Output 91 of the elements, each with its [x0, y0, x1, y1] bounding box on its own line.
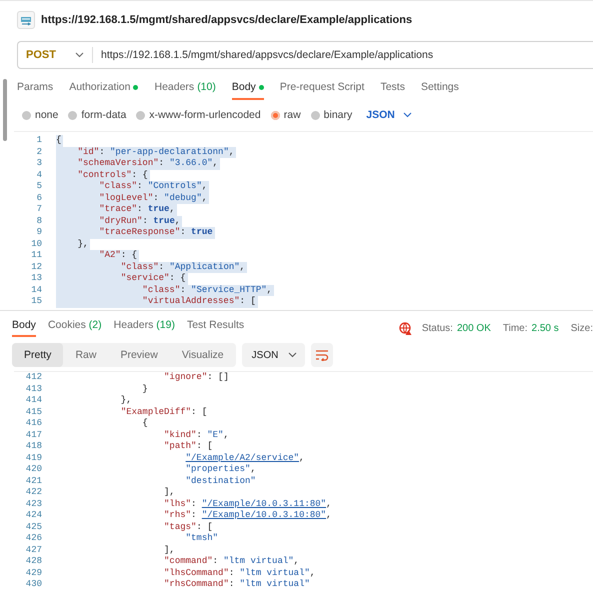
- chevron-icon: [288, 352, 298, 358]
- request-tab[interactable]: Tests: [380, 81, 405, 100]
- response-tab[interactable]: Body: [12, 319, 36, 337]
- code-line: "rhsCommand": "ltm virtual": [163, 579, 311, 590]
- code-line: "destination": [184, 476, 257, 487]
- line-number: 11: [30, 250, 43, 262]
- code-line: ],: [163, 487, 176, 498]
- globe-warning-icon[interactable]: [398, 322, 412, 334]
- request-tab[interactable]: Params: [17, 81, 54, 100]
- line-number: 423: [24, 498, 43, 510]
- code-line: "rhs": "/Example/10.0.3.10:80",: [163, 510, 332, 522]
- line-number: 419: [24, 452, 43, 464]
- line-number: 422: [24, 487, 43, 498]
- size-label: Size:: [570, 322, 593, 334]
- word-wrap-button[interactable]: [311, 343, 334, 367]
- line-number: 428: [24, 556, 43, 568]
- line-number: 414: [24, 395, 43, 406]
- format-dropdown[interactable]: JSON: [242, 343, 306, 367]
- status-label: Status:: [422, 322, 453, 334]
- line-number: 424: [24, 510, 43, 522]
- view-mode-tab[interactable]: Visualize: [170, 343, 236, 367]
- body-type-radio[interactable]: none: [22, 109, 58, 121]
- request-tab[interactable]: Pre-request Script: [280, 81, 364, 100]
- code-line: "properties",: [184, 464, 257, 476]
- line-number: 15: [30, 296, 43, 308]
- line-number: 10: [30, 238, 43, 250]
- line-number: 5: [36, 181, 43, 192]
- scrollbar[interactable]: [3, 79, 7, 141]
- line-number: 427: [24, 544, 43, 556]
- code-line: ],: [163, 544, 176, 556]
- format-dropdown[interactable]: JSON: [362, 109, 412, 121]
- code-line: }: [141, 384, 149, 395]
- code-line: "tmsh": [184, 533, 220, 544]
- view-mode-tab[interactable]: Pretty: [12, 343, 64, 367]
- request-tab[interactable]: Body: [232, 81, 264, 100]
- line-number: 9: [36, 227, 43, 238]
- request-tab[interactable]: Headers (10): [154, 81, 216, 100]
- line-number: 425: [24, 522, 43, 533]
- code-line: "ExampleDiff": [: [120, 406, 208, 418]
- response-tab[interactable]: Cookies (2): [48, 319, 102, 337]
- wrap-lines-icon: [315, 349, 330, 361]
- request-tab[interactable]: Authorization: [69, 81, 138, 100]
- code-line: "tags": [: [163, 522, 214, 533]
- time-label: Time:: [502, 322, 528, 334]
- request-title: https://192.168.1.5/mgmt/shared/appsvcs/declare/Example/applications: [41, 14, 412, 26]
- url-input[interactable]: https://192.168.1.5/mgmt/shared/appsvcs/declare/Example/applications: [101, 49, 434, 61]
- body-type-radio[interactable]: raw: [270, 109, 301, 121]
- http-file-icon: [17, 11, 35, 29]
- line-number: 13: [30, 273, 43, 284]
- chevron-icon: [75, 52, 84, 58]
- code-line: "path": [: [163, 441, 214, 452]
- line-number: 8: [36, 216, 43, 227]
- line-number: 2: [36, 146, 43, 158]
- line-number: 429: [24, 568, 43, 579]
- line-number: 3: [36, 158, 43, 170]
- code-line: "kind": "E",: [163, 430, 230, 441]
- chevron-icon: [402, 112, 412, 118]
- time-value: 2.50 s: [532, 322, 559, 334]
- line-number: 415: [24, 406, 43, 418]
- line-number: 7: [36, 204, 43, 216]
- request-tab[interactable]: Settings: [420, 81, 459, 100]
- line-number: 421: [24, 476, 43, 487]
- line-number: 12: [30, 262, 43, 273]
- body-type-radio[interactable]: form-data: [68, 109, 126, 121]
- line-number: 416: [24, 418, 43, 430]
- line-number: 420: [24, 464, 43, 476]
- method-dropdown[interactable]: POST: [18, 42, 92, 68]
- line-number: 413: [24, 384, 43, 395]
- line-number: 14: [30, 284, 43, 296]
- line-number: 6: [36, 192, 43, 204]
- body-type-radio[interactable]: x-www-form-urlencoded: [136, 109, 261, 121]
- code-line: "command": "ltm virtual",: [163, 556, 300, 568]
- line-number: 426: [24, 533, 43, 544]
- response-tab[interactable]: Test Results: [186, 319, 244, 337]
- response-tab[interactable]: Headers (19): [114, 319, 175, 337]
- code-line: "lhs": "/Example/10.0.3.11:80",: [163, 498, 332, 510]
- line-number: 412: [24, 372, 43, 384]
- code-line: "/Example/A2/service",: [184, 452, 306, 464]
- body-type-radio[interactable]: binary: [310, 109, 352, 121]
- view-mode-tab[interactable]: Raw: [63, 343, 108, 367]
- view-mode-tab[interactable]: Preview: [108, 343, 170, 367]
- status-value: 200 OK: [456, 322, 491, 334]
- code-line: },: [120, 395, 133, 406]
- line-number: 430: [24, 579, 43, 590]
- line-number: 1: [36, 135, 43, 146]
- line-number: 4: [36, 170, 43, 181]
- code-line: "ignore": []: [163, 372, 230, 384]
- code-line: "lhsCommand": "ltm virtual",: [163, 568, 316, 579]
- line-number: 417: [24, 430, 43, 441]
- code-line: {: [141, 418, 149, 430]
- line-number: 418: [24, 441, 43, 452]
